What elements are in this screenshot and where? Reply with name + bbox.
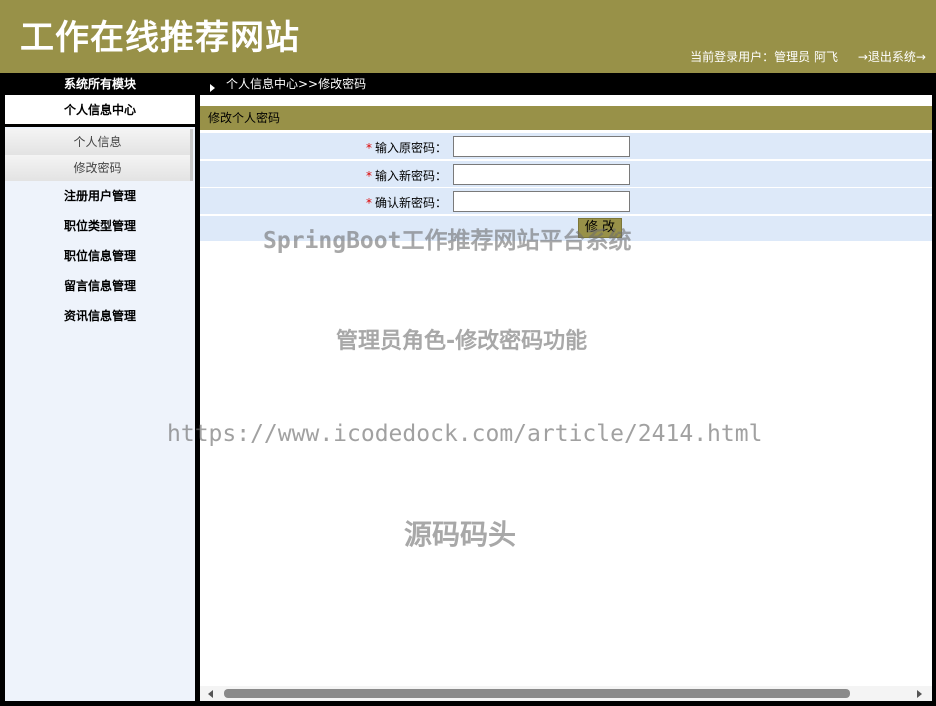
new-password-field[interactable] bbox=[453, 164, 630, 185]
sidebar-item-personal-info[interactable]: 个人信息 bbox=[5, 129, 190, 155]
sidebar-title: 系统所有模块 bbox=[5, 73, 195, 95]
submit-button[interactable]: 修 改 bbox=[578, 218, 622, 238]
site-title: 工作在线推荐网站 bbox=[20, 18, 300, 58]
form-title: 修改个人密码 bbox=[200, 106, 932, 130]
form-submit-row: 修 改 bbox=[200, 216, 932, 241]
new-password-label: * 输入新密码： bbox=[366, 167, 447, 184]
sidebar-group-registered-users[interactable]: 注册用户管理 bbox=[5, 181, 195, 211]
sidebar-sub-list: 个人信息 修改密码 bbox=[5, 129, 193, 181]
current-user-info: 当前登录用户：管理员 阿飞 bbox=[690, 50, 838, 64]
sidebar-group-job-types[interactable]: 职位类型管理 bbox=[5, 211, 195, 241]
old-password-field[interactable] bbox=[453, 136, 630, 157]
app-header: 工作在线推荐网站 当前登录用户：管理员 阿飞 →退出系统→ bbox=[0, 0, 936, 73]
scroll-left-icon[interactable] bbox=[208, 690, 213, 698]
sidebar-group-messages[interactable]: 留言信息管理 bbox=[5, 271, 195, 301]
sidebar-group-news[interactable]: 资讯信息管理 bbox=[5, 301, 195, 331]
old-password-label-text: 输入原密码： bbox=[374, 141, 447, 155]
required-mark: * bbox=[365, 169, 372, 183]
confirm-password-label-text: 确认新密码： bbox=[374, 196, 447, 210]
form-row-new-password: * 输入新密码： bbox=[200, 161, 932, 188]
main-content: 修改个人密码 * 输入原密码： * 输入新密码： * 确认新密码： 修 改 bbox=[200, 95, 932, 686]
confirm-password-label: * 确认新密码： bbox=[366, 194, 447, 211]
sidebar-group-personal-center[interactable]: 个人信息中心 bbox=[5, 95, 195, 127]
horizontal-scrollbar[interactable] bbox=[200, 686, 932, 701]
scrollbar-thumb[interactable] bbox=[224, 689, 850, 698]
sidebar-item-change-password[interactable]: 修改密码 bbox=[5, 155, 190, 181]
confirm-password-field[interactable] bbox=[453, 191, 630, 212]
breadcrumb-bar: 个人信息中心>>修改密码 bbox=[200, 73, 932, 95]
logout-link[interactable]: →退出系统→ bbox=[858, 48, 926, 65]
new-password-label-text: 输入新密码： bbox=[374, 169, 447, 183]
old-password-label: * 输入原密码： bbox=[366, 139, 447, 156]
form-row-confirm-password: * 确认新密码： bbox=[200, 188, 932, 215]
triangle-right-icon bbox=[210, 84, 215, 92]
scroll-right-icon[interactable] bbox=[917, 690, 922, 698]
required-mark: * bbox=[365, 196, 372, 210]
breadcrumb: 个人信息中心>>修改密码 bbox=[226, 77, 367, 91]
sidebar: 系统所有模块 个人信息中心 个人信息 修改密码 注册用户管理 职位类型管理 职位… bbox=[5, 73, 195, 701]
sidebar-group-job-info[interactable]: 职位信息管理 bbox=[5, 241, 195, 271]
form-row-old-password: * 输入原密码： bbox=[200, 133, 932, 160]
required-mark: * bbox=[365, 141, 372, 155]
